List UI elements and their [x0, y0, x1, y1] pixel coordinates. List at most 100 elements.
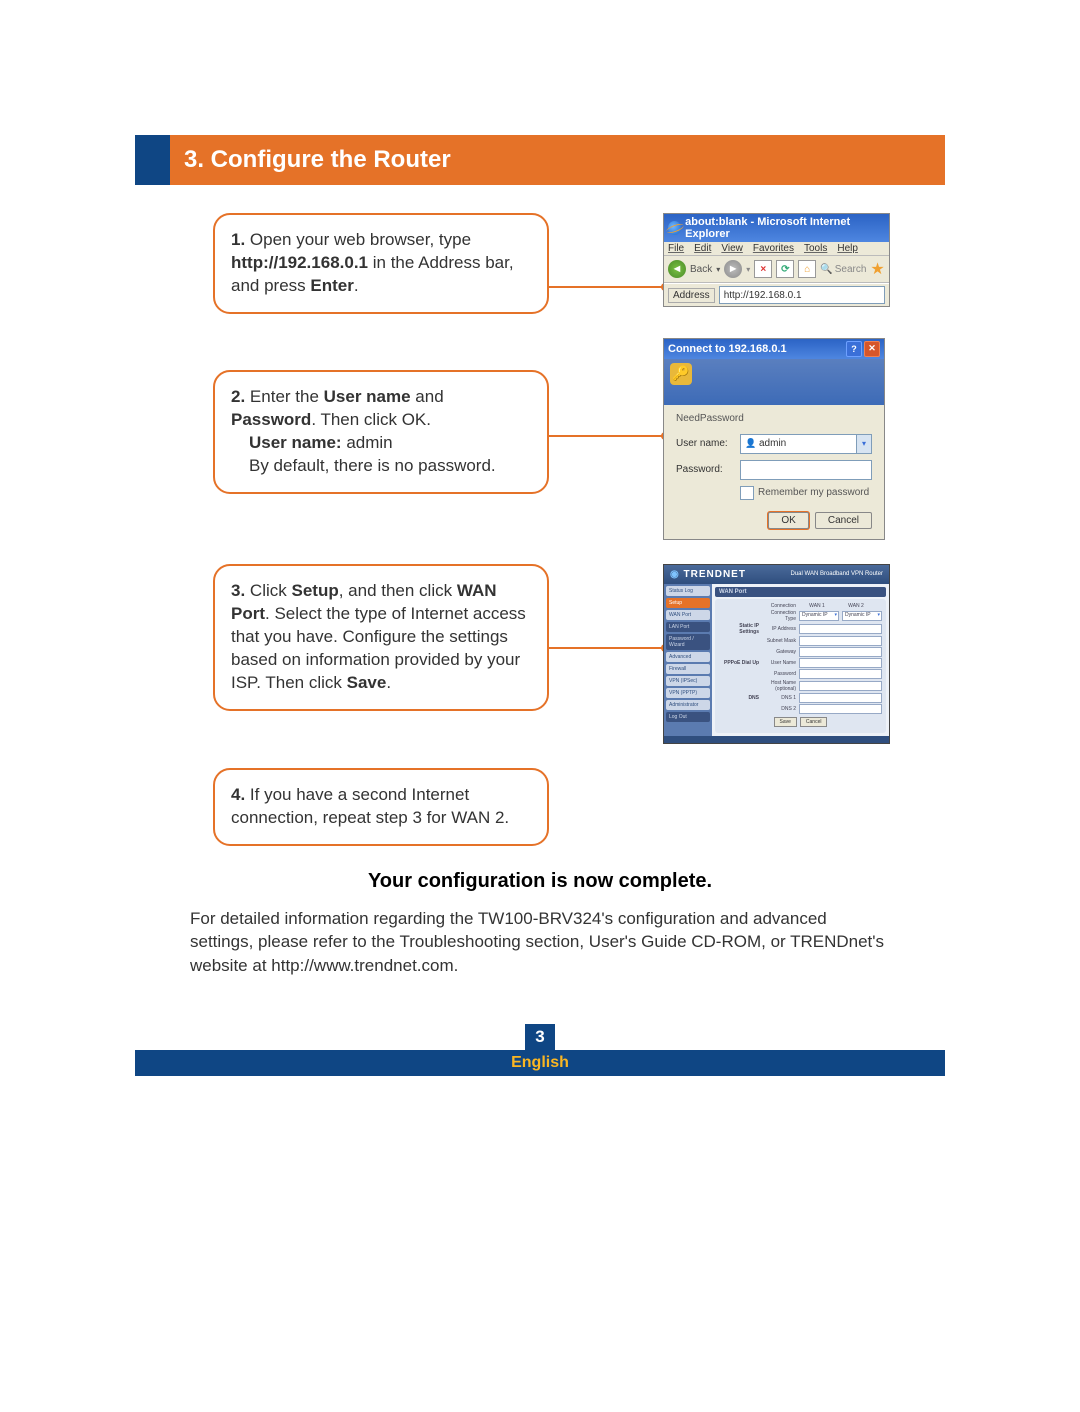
- password-input[interactable]: [740, 460, 872, 480]
- login-buttons: OK Cancel: [676, 512, 872, 529]
- page-footer: 3 English: [135, 1024, 945, 1076]
- sec-dns: DNS: [719, 695, 759, 701]
- step-3-connector: [549, 644, 669, 652]
- step-4-row: 4. If you have a second Internet connect…: [135, 768, 945, 846]
- wan-port-title: WAN Port: [715, 587, 886, 597]
- router-model: Dual WAN Broadband VPN Router: [791, 571, 884, 577]
- step-3-box: 3. Click Setup, and then click WAN Port.…: [213, 564, 549, 711]
- step-4-text: 4. If you have a second Internet connect…: [231, 784, 531, 830]
- ie-address-bar: Address http://192.168.0.1: [664, 283, 889, 306]
- conclusion-heading: Your configuration is now complete.: [135, 870, 945, 893]
- chevron-down-icon[interactable]: ▾: [856, 435, 871, 453]
- help-icon[interactable]: ?: [846, 341, 862, 357]
- remember-label: Remember my password: [758, 487, 869, 498]
- lbl-connection: Connection: [762, 603, 796, 609]
- sidebar-item-advanced[interactable]: Advanced: [666, 652, 710, 662]
- ie-toolbar: ◄ Back ▾ ► ▾ × ⟳ ⌂ 🔍Search ★: [664, 256, 889, 283]
- forward-icon[interactable]: ►: [724, 260, 742, 278]
- username-row: User name: 👤 admin ▾: [676, 434, 872, 454]
- ie-menu-favorites[interactable]: Favorites: [753, 243, 794, 254]
- search-button[interactable]: 🔍Search: [820, 264, 866, 275]
- keys-icon: 🔑: [670, 363, 692, 385]
- close-icon[interactable]: ✕: [864, 341, 880, 357]
- subnet-input[interactable]: [799, 636, 882, 646]
- username-label: User name:: [676, 438, 734, 449]
- cancel-button[interactable]: Cancel: [815, 512, 872, 529]
- router-cancel-button[interactable]: Cancel: [800, 717, 828, 727]
- step-1-num: 1.: [231, 230, 245, 249]
- step-1-pre: Open your web browser, type: [250, 230, 471, 249]
- hdr-wan2: WAN 2: [838, 603, 874, 609]
- address-input[interactable]: http://192.168.0.1: [719, 286, 885, 304]
- ie-menu-view[interactable]: View: [721, 243, 743, 254]
- password-row: Password:: [676, 460, 872, 480]
- header-accent: [135, 135, 170, 185]
- wan1-type-select[interactable]: Dynamic IP: [799, 611, 839, 621]
- pppoe-host-input[interactable]: [799, 681, 882, 691]
- page-number: 3: [525, 1024, 555, 1050]
- step-1-box: 1. Open your web browser, type http://19…: [213, 213, 549, 314]
- sidebar-item-vpn-ipsec[interactable]: VPN (IPSec): [666, 676, 710, 686]
- sidebar-item-firewall[interactable]: Firewall: [666, 664, 710, 674]
- step-1-enter: Enter: [310, 276, 353, 295]
- lbl-dns1: DNS 1: [762, 695, 796, 701]
- step-2-box: 2. Enter the User name and Password. The…: [213, 370, 549, 494]
- ie-menu-tools[interactable]: Tools: [804, 243, 827, 254]
- step-4-num: 4.: [231, 785, 245, 804]
- step-2-num: 2.: [231, 387, 245, 406]
- hdr-wan1: WAN 1: [799, 603, 835, 609]
- refresh-icon[interactable]: ⟳: [776, 260, 794, 278]
- home-icon[interactable]: ⌂: [798, 260, 816, 278]
- dns2-input[interactable]: [799, 704, 882, 714]
- back-label: Back: [690, 264, 712, 275]
- footer-language: English: [135, 1050, 945, 1076]
- lbl-dns2: DNS 2: [762, 706, 796, 712]
- step-1-url: http://192.168.0.1: [231, 253, 368, 272]
- gateway-input[interactable]: [799, 647, 882, 657]
- step-3-row: 3. Click Setup, and then click WAN Port.…: [135, 564, 945, 744]
- screenshot-login-dialog: Connect to 192.168.0.1 ? ✕ 🔑 NeedPasswor…: [663, 338, 885, 540]
- sidebar-item-vpn-pptp[interactable]: VPN (PPTP): [666, 688, 710, 698]
- wan2-type-select[interactable]: Dynamic IP: [842, 611, 882, 621]
- ok-button[interactable]: OK: [768, 512, 808, 529]
- section-title: 3. Configure the Router: [170, 135, 945, 185]
- dns1-input[interactable]: [799, 693, 882, 703]
- pppoe-pass-input[interactable]: [799, 669, 882, 679]
- pppoe-user-input[interactable]: [799, 658, 882, 668]
- router-footer: [664, 736, 889, 743]
- sidebar-item-setup[interactable]: Setup: [666, 598, 710, 608]
- user-icon: 👤: [745, 438, 756, 449]
- back-icon[interactable]: ◄: [668, 260, 686, 278]
- sidebar-item-wan[interactable]: WAN Port: [666, 610, 710, 620]
- save-button[interactable]: Save: [774, 717, 797, 727]
- lbl-ip: IP Address: [762, 626, 796, 632]
- sec-pppoe: PPPoE Dial Up: [719, 660, 759, 666]
- detail-paragraph: For detailed information regarding the T…: [135, 907, 945, 978]
- ie-menu-help[interactable]: Help: [837, 243, 858, 254]
- username-input[interactable]: 👤 admin ▾: [740, 434, 872, 454]
- router-main: WAN Port Connection WAN 1 WAN 2 Connecti…: [712, 584, 889, 736]
- ie-menu-file[interactable]: File: [668, 243, 684, 254]
- address-value: http://192.168.0.1: [724, 290, 802, 301]
- ie-menu-bar[interactable]: File Edit View Favorites Tools Help: [664, 242, 889, 256]
- lbl-subnet: Subnet Mask: [762, 638, 796, 644]
- remember-row[interactable]: Remember my password: [740, 486, 872, 500]
- login-title-text: Connect to 192.168.0.1: [668, 343, 787, 355]
- ie-menu-edit[interactable]: Edit: [694, 243, 711, 254]
- ie-titlebar: about:blank - Microsoft Internet Explore…: [664, 214, 889, 242]
- lbl-gateway: Gateway: [762, 649, 796, 655]
- login-titlebar: Connect to 192.168.0.1 ? ✕: [664, 339, 884, 359]
- router-brand: ◉ TRENDNET: [670, 569, 746, 580]
- sidebar-item-password[interactable]: Password / Wizard: [666, 634, 710, 650]
- lbl-user: User Name: [762, 660, 796, 666]
- stop-icon[interactable]: ×: [754, 260, 772, 278]
- sidebar-item-admin[interactable]: Administrator: [666, 700, 710, 710]
- sidebar-item-logout[interactable]: Log Out: [666, 712, 710, 722]
- ip-input[interactable]: [799, 624, 882, 634]
- favorites-icon[interactable]: ★: [870, 259, 884, 279]
- sidebar-item-status[interactable]: Status Log: [666, 586, 710, 596]
- sidebar-item-lan[interactable]: LAN Port: [666, 622, 710, 632]
- remember-checkbox[interactable]: [740, 486, 754, 500]
- sec-static: Static IP Settings: [719, 623, 759, 635]
- page: 3. Configure the Router 1. Open your web…: [135, 0, 945, 1156]
